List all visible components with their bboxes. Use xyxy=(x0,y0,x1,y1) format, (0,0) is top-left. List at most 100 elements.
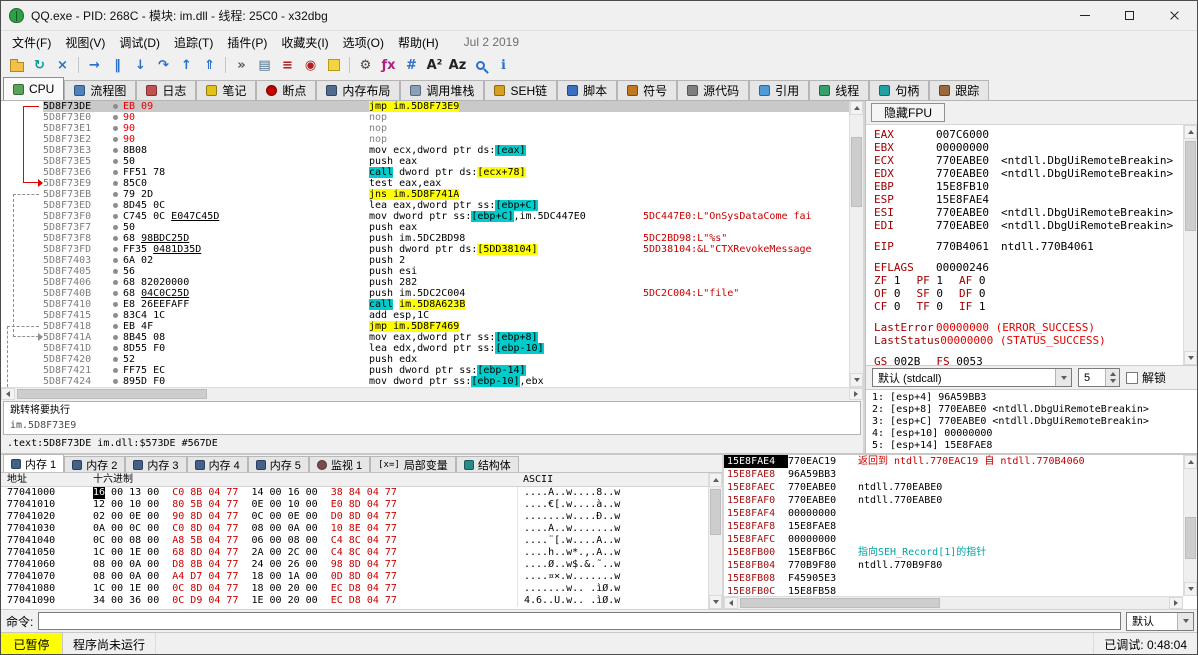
flags-row[interactable]: GS 002BFS 0053 xyxy=(874,355,1183,365)
flags-row[interactable]: OF 0SF 0DF 0 xyxy=(874,287,1183,300)
argument-row[interactable]: 5: [esp+14] 15E8FAE8 xyxy=(872,440,1197,452)
scroll-down-button[interactable] xyxy=(850,373,863,387)
tab-struct[interactable]: 结构体 xyxy=(456,456,519,472)
scroll-thumb[interactable] xyxy=(740,598,940,608)
stack-row[interactable]: 15E8FAE896A59BB3 xyxy=(724,468,1183,481)
help-icon[interactable]: ℹ xyxy=(492,54,515,76)
maximize-button[interactable] xyxy=(1107,1,1152,30)
breakpoint-dot[interactable] xyxy=(107,178,123,189)
disasm-row[interactable]: 5D8F741A8B45 08mov eax,dword ptr ss:[ebp… xyxy=(1,332,849,343)
disasm-row[interactable]: 5D8F740556push esi xyxy=(1,266,849,277)
scroll-down-button[interactable] xyxy=(1184,351,1197,365)
scroll-thumb[interactable] xyxy=(1185,517,1196,559)
argument-count-spinner[interactable]: 5 xyxy=(1078,368,1120,387)
tab-memory-2[interactable]: 内存 2 xyxy=(64,456,125,472)
tab-symbols[interactable]: 符号 xyxy=(617,80,677,100)
scroll-right-button[interactable] xyxy=(849,388,863,400)
register-row[interactable]: EBX00000000 xyxy=(874,141,1183,154)
disasm-row[interactable]: 5D8F73F0C745 0C E047C45Dmov dword ptr ss… xyxy=(1,211,849,222)
stack-row[interactable]: 15E8FB0015E8FB6C指向SEH_Record[1]的指针 xyxy=(724,546,1183,559)
disasm-row[interactable]: 5D8F73F868 98BDC25Dpush im.5DC2BD985DC2B… xyxy=(1,233,849,244)
unlock-checkbox[interactable]: 解锁 xyxy=(1126,369,1166,386)
disasm-row[interactable]: 5D8F73FDFF35 0481D35Dpush dword ptr ds:[… xyxy=(1,244,849,255)
breakpoint-dot[interactable] xyxy=(107,233,123,244)
chevron-down-icon[interactable] xyxy=(1177,613,1193,630)
disasm-row[interactable]: 5D8F7410E8 26EEFAFFcall im.5D8A623B xyxy=(1,299,849,310)
breakpoint-dot[interactable] xyxy=(107,343,123,354)
stack-row[interactable]: 15E8FAFC00000000 xyxy=(724,533,1183,546)
search-icon[interactable] xyxy=(469,54,492,76)
breakpoint-dot[interactable] xyxy=(107,332,123,343)
run-icon[interactable]: → xyxy=(83,54,106,76)
calculator-icon[interactable]: # xyxy=(400,54,423,76)
dump-row[interactable]: 770410400C 00 08 00A8 5B 04 7706 00 08 0… xyxy=(1,535,708,547)
scroll-up-button[interactable] xyxy=(850,101,863,115)
execute-till-return-icon[interactable]: ↑ xyxy=(175,54,198,76)
register-row[interactable]: ECX770EABE0<ntdll.DbgUiRemoteBreakin> xyxy=(874,154,1183,167)
register-row[interactable]: LastError00000000 (ERROR_SUCCESS) xyxy=(874,321,1183,334)
breakpoint-dot[interactable] xyxy=(107,354,123,365)
disasm-row[interactable]: 5D8F73EB79 2Djns im.5D8F741A xyxy=(1,189,849,200)
scroll-left-button[interactable] xyxy=(1,388,15,400)
stack-row[interactable]: 15E8FAE4770EAC19返回到 ntdll.770EAC19 自 ntd… xyxy=(724,455,1183,468)
breakpoint-dot[interactable] xyxy=(107,266,123,277)
register-vertical-scrollbar[interactable] xyxy=(1183,125,1197,365)
dump-row[interactable]: 770410001600 13 00C0 8B 04 7714 00 16 00… xyxy=(1,487,708,499)
tab-breakpoints[interactable]: 断点 xyxy=(256,80,316,100)
tab-handles[interactable]: 句柄 xyxy=(869,80,929,100)
disasm-row[interactable]: 5D8F740668 82020000push 282 xyxy=(1,277,849,288)
font-size-icon[interactable]: A² xyxy=(423,54,446,76)
hide-fpu-button[interactable]: 隐藏FPU xyxy=(871,103,945,122)
scroll-left-button[interactable] xyxy=(724,597,738,609)
tab-memory-1[interactable]: 内存 1 xyxy=(3,454,64,472)
scroll-track[interactable] xyxy=(850,115,863,373)
close-button[interactable] xyxy=(1152,1,1197,30)
breakpoint-dot[interactable] xyxy=(107,167,123,178)
tab-trace[interactable]: 跟踪 xyxy=(929,80,989,100)
scroll-up-button[interactable] xyxy=(1184,125,1197,139)
breakpoint-dot[interactable] xyxy=(107,123,123,134)
breakpoint-dot[interactable] xyxy=(107,277,123,288)
tab-memory-4[interactable]: 内存 4 xyxy=(187,456,248,472)
register-row[interactable]: EBP15E8FB10 xyxy=(874,180,1183,193)
log-icon[interactable]: ≡ xyxy=(276,54,299,76)
scroll-thumb[interactable] xyxy=(710,489,721,535)
scroll-track[interactable] xyxy=(709,487,722,595)
argument-row[interactable]: 1: [esp+4] 96A59BB3 xyxy=(872,392,1197,404)
tab-seh[interactable]: SEH链 xyxy=(484,80,557,100)
menu-item[interactable]: 追踪(T) xyxy=(167,32,220,53)
breakpoint-dot[interactable] xyxy=(107,211,123,222)
command-profile-select[interactable]: 默认 xyxy=(1126,612,1194,631)
stack-row[interactable]: 15E8FAF400000000 xyxy=(724,507,1183,520)
dump-row[interactable]: 7704106008 00 0A 00D8 8B 04 7724 00 26 0… xyxy=(1,559,708,571)
register-row[interactable]: EDX770EABE0<ntdll.DbgUiRemoteBreakin> xyxy=(874,167,1183,180)
menu-item[interactable]: 调试(D) xyxy=(112,32,167,53)
disasm-row[interactable]: 5D8F73DEEB 09jmp im.5D8F73E9 xyxy=(1,101,849,112)
highlight-icon[interactable]: Az xyxy=(446,54,469,76)
scroll-track[interactable] xyxy=(1184,139,1197,351)
menu-item[interactable]: 帮助(H) xyxy=(391,32,446,53)
flags-row[interactable]: CF 0TF 0IF 1 xyxy=(874,300,1183,313)
favourites-icon[interactable]: ƒx xyxy=(377,54,400,76)
tab-cpu[interactable]: CPU xyxy=(3,77,64,100)
stack-row[interactable]: 15E8FAF0770EABE0ntdll.770EABE0 xyxy=(724,494,1183,507)
scroll-thumb[interactable] xyxy=(1185,141,1196,231)
stack-row[interactable]: 15E8FB04770B9F80ntdll.770B9F80 xyxy=(724,559,1183,572)
tab-memory-3[interactable]: 内存 3 xyxy=(125,456,186,472)
breakpoint-dot[interactable] xyxy=(107,112,123,123)
tab-source[interactable]: 源代码 xyxy=(677,80,749,100)
argument-row[interactable]: 3: [esp+C] 770EABE0 <ntdll.DbgUiRemoteBr… xyxy=(872,416,1197,428)
menu-item[interactable]: 选项(O) xyxy=(336,32,391,53)
register-row[interactable]: LastStatus00000000 (STATUS_SUCCESS) xyxy=(874,334,1183,347)
disasm-row[interactable]: 5D8F73E985C0test eax,eax xyxy=(1,178,849,189)
disasm-row[interactable]: 5D8F740B68 04C0C25Dpush im.5DC2C0045DC2C… xyxy=(1,288,849,299)
tab-memory-5[interactable]: 内存 5 xyxy=(248,456,309,472)
disasm-row[interactable]: 5D8F7421FF75 ECpush dword ptr ss:[ebp-14… xyxy=(1,365,849,376)
scroll-up-button[interactable] xyxy=(709,473,722,487)
dump-row[interactable]: 7704109034 00 36 000C D9 04 771E 00 20 0… xyxy=(1,595,708,607)
disasm-row[interactable]: 5D8F73F750push eax xyxy=(1,222,849,233)
scroll-track[interactable] xyxy=(738,597,1169,609)
tab-memory-map[interactable]: 内存布局 xyxy=(316,80,400,100)
tab-graph[interactable]: 流程图 xyxy=(64,80,136,100)
scroll-thumb[interactable] xyxy=(17,389,207,399)
